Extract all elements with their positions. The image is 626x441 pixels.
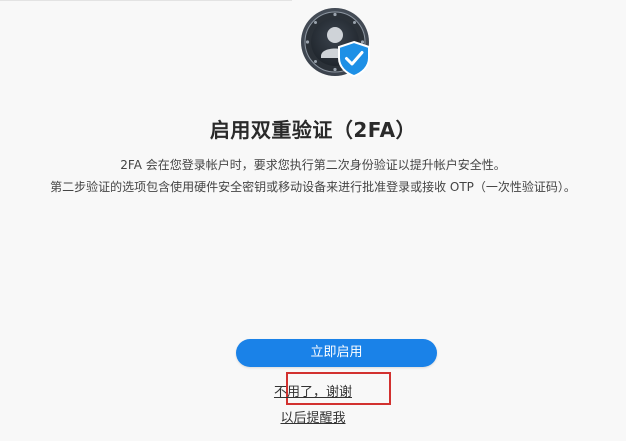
user-shield-check-icon <box>299 4 379 84</box>
remind-later-link[interactable]: 以后提醒我 <box>0 407 626 426</box>
top-divider <box>0 0 292 1</box>
no-thanks-link[interactable]: 不用了，谢谢 <box>0 381 626 400</box>
user-shield-check-icon-graphic <box>301 8 370 78</box>
description-line-1: 2FA 会在您登录帐户时，要求您执行第二次身份验证以提升帐户安全性。 <box>120 158 506 172</box>
description-line-2: 第二步验证的选项包含使用硬件安全密钥或移动设备来进行批准登录或接收 OTP（一次… <box>50 180 576 194</box>
dialog-title: 启用双重验证（2FA） <box>209 118 417 142</box>
enable-now-button[interactable]: 立即启用 <box>236 339 437 367</box>
